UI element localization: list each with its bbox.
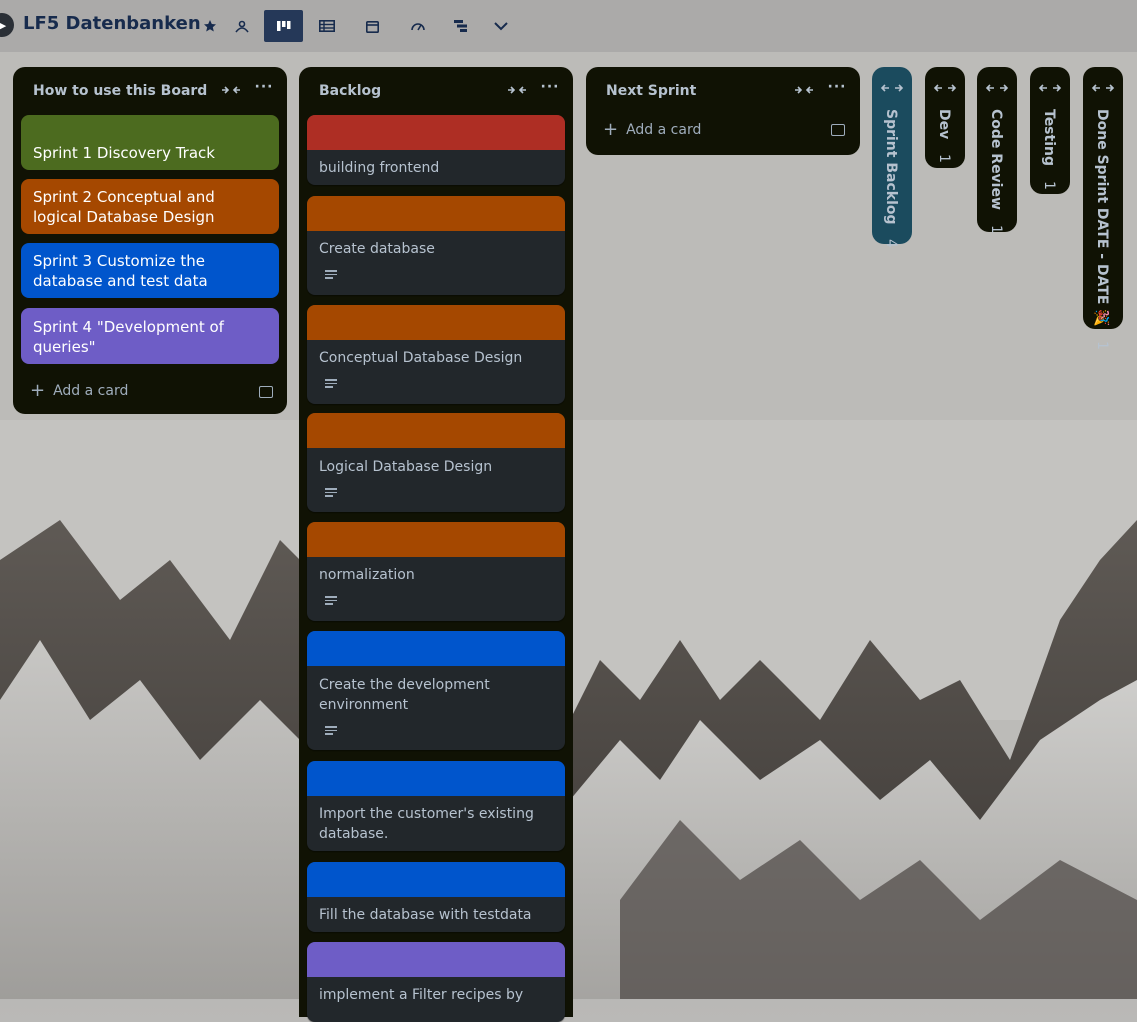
collapsed-list-title: Dev 1	[936, 109, 952, 164]
collapsed-list-title: Done Sprint DATE - DATE 🎉 1	[1094, 109, 1110, 351]
card-sprint-1[interactable]: Sprint 1 Discovery Track	[21, 115, 279, 170]
card-template-icon[interactable]	[259, 386, 273, 398]
collapsed-list-title: Sprint Backlog 4	[883, 109, 899, 249]
card-title: Import the customer's existing database.	[319, 806, 534, 842]
collapsed-list-title: Testing 1	[1041, 109, 1057, 190]
table-view-icon[interactable]	[309, 10, 345, 42]
card-create-dev-environment[interactable]: Create the development environment	[307, 631, 565, 750]
card-title: Conceptual Database Design	[319, 350, 523, 366]
card-title: Logical Database Design	[319, 459, 493, 475]
add-card-label: Add a card	[53, 383, 129, 399]
card-title: normalization	[319, 567, 415, 583]
visibility-icon[interactable]	[224, 10, 260, 42]
card-cover	[307, 862, 565, 897]
timeline-view-icon[interactable]	[443, 10, 479, 42]
collapse-list-icon[interactable]	[506, 81, 528, 99]
card-cover	[307, 305, 565, 340]
add-card-button[interactable]: + Add a card	[603, 119, 702, 140]
card-title: Sprint 3 Customize the database and test…	[33, 252, 208, 290]
card-title: Sprint 4 "Development of queries"	[33, 318, 224, 356]
description-icon	[325, 596, 337, 606]
expand-list-icon[interactable]	[933, 81, 957, 95]
calendar-view-icon[interactable]	[354, 10, 390, 42]
card-title: building frontend	[319, 160, 440, 176]
description-icon	[325, 379, 337, 389]
expand-list-icon[interactable]	[880, 81, 904, 95]
list-backlog[interactable]: Backlog ··· building frontend Create dat…	[299, 67, 573, 1022]
dashboard-view-icon[interactable]	[400, 10, 436, 42]
card-sprint-4[interactable]: Sprint 4 "Development of queries"	[21, 308, 279, 364]
card-building-frontend[interactable]: building frontend	[307, 115, 565, 185]
card-count: 1	[988, 224, 1004, 234]
card-logical-db-design[interactable]: Logical Database Design	[307, 413, 565, 512]
collapsed-list-dev[interactable]: Dev 1	[925, 67, 965, 168]
add-card-button[interactable]: + Add a card	[30, 380, 129, 401]
list-how-to-use[interactable]: How to use this Board ··· Sprint 1 Disco…	[13, 67, 287, 414]
collapsed-list-sprint-backlog[interactable]: Sprint Backlog 4	[872, 67, 912, 248]
plus-icon: +	[603, 119, 619, 140]
collapsed-list-title: Code Review 1	[988, 109, 1004, 234]
expand-list-icon[interactable]	[1091, 81, 1115, 95]
card-fill-testdata[interactable]: Fill the database with testdata	[307, 862, 565, 932]
collapsed-list-testing[interactable]: Testing 1	[1030, 67, 1070, 194]
collapsed-list-done-sprint[interactable]: Done Sprint DATE - DATE 🎉 1	[1083, 67, 1123, 350]
list-menu-icon[interactable]: ···	[539, 79, 561, 99]
card-import-existing-db[interactable]: Import the customer's existing database.	[307, 761, 565, 851]
card-title: Create database	[319, 241, 435, 257]
list-header: Next Sprint ···	[586, 67, 860, 113]
collapsed-list-code-review[interactable]: Code Review 1	[977, 67, 1017, 234]
list-header: Backlog ···	[299, 67, 573, 113]
star-icon[interactable]	[192, 10, 228, 42]
card-cover	[307, 942, 565, 977]
card-cover	[307, 631, 565, 666]
board-title[interactable]: LF5 Datenbanken	[23, 13, 201, 34]
card-cover	[307, 522, 565, 557]
expand-list-icon[interactable]	[1038, 81, 1062, 95]
card-cover	[307, 413, 565, 448]
description-icon	[325, 488, 337, 498]
card-count: 1	[1094, 341, 1110, 351]
list-menu-icon[interactable]: ···	[253, 79, 275, 99]
list-title[interactable]: Next Sprint	[606, 83, 696, 99]
card-title: Sprint 2 Conceptual and logical Database…	[33, 188, 215, 226]
card-create-database[interactable]: Create database	[307, 196, 565, 295]
expand-list-icon[interactable]	[985, 81, 1009, 95]
collapse-list-icon[interactable]	[793, 81, 815, 99]
card-title: implement a Filter recipes by	[319, 987, 524, 1003]
card-template-icon[interactable]	[831, 124, 845, 136]
card-sprint-2[interactable]: Sprint 2 Conceptual and logical Database…	[21, 179, 279, 234]
board-header: ▶ LF5 Datenbanken	[0, 0, 1137, 52]
card-title: Fill the database with testdata	[319, 907, 532, 923]
collapse-list-icon[interactable]	[220, 81, 242, 99]
card-title: Create the development environment	[319, 677, 490, 713]
card-conceptual-db-design[interactable]: Conceptual Database Design	[307, 305, 565, 404]
card-sprint-3[interactable]: Sprint 3 Customize the database and test…	[21, 243, 279, 298]
chevron-down-icon[interactable]	[483, 10, 519, 42]
board-view-icon[interactable]	[264, 10, 303, 42]
card-title: Sprint 1 Discovery Track	[33, 144, 215, 162]
description-icon	[325, 270, 337, 280]
list-next-sprint[interactable]: Next Sprint ··· + Add a card	[586, 67, 860, 155]
card-cover	[307, 196, 565, 231]
card-count: 1	[936, 154, 952, 164]
list-title[interactable]: Backlog	[319, 83, 381, 99]
list-title[interactable]: How to use this Board	[33, 83, 207, 99]
card-count: 4	[883, 239, 899, 249]
description-icon	[325, 726, 337, 736]
list-menu-icon[interactable]: ···	[826, 79, 848, 99]
card-count: 1	[1041, 180, 1057, 190]
list-header: How to use this Board ···	[13, 67, 287, 113]
card-cover	[307, 761, 565, 796]
plus-icon: +	[30, 380, 46, 401]
card-normalization[interactable]: normalization	[307, 522, 565, 621]
card-cover	[307, 115, 565, 150]
add-card-label: Add a card	[626, 122, 702, 138]
workspace-avatar[interactable]: ▶	[0, 13, 14, 37]
card-implement-filter[interactable]: implement a Filter recipes by	[307, 942, 565, 1022]
